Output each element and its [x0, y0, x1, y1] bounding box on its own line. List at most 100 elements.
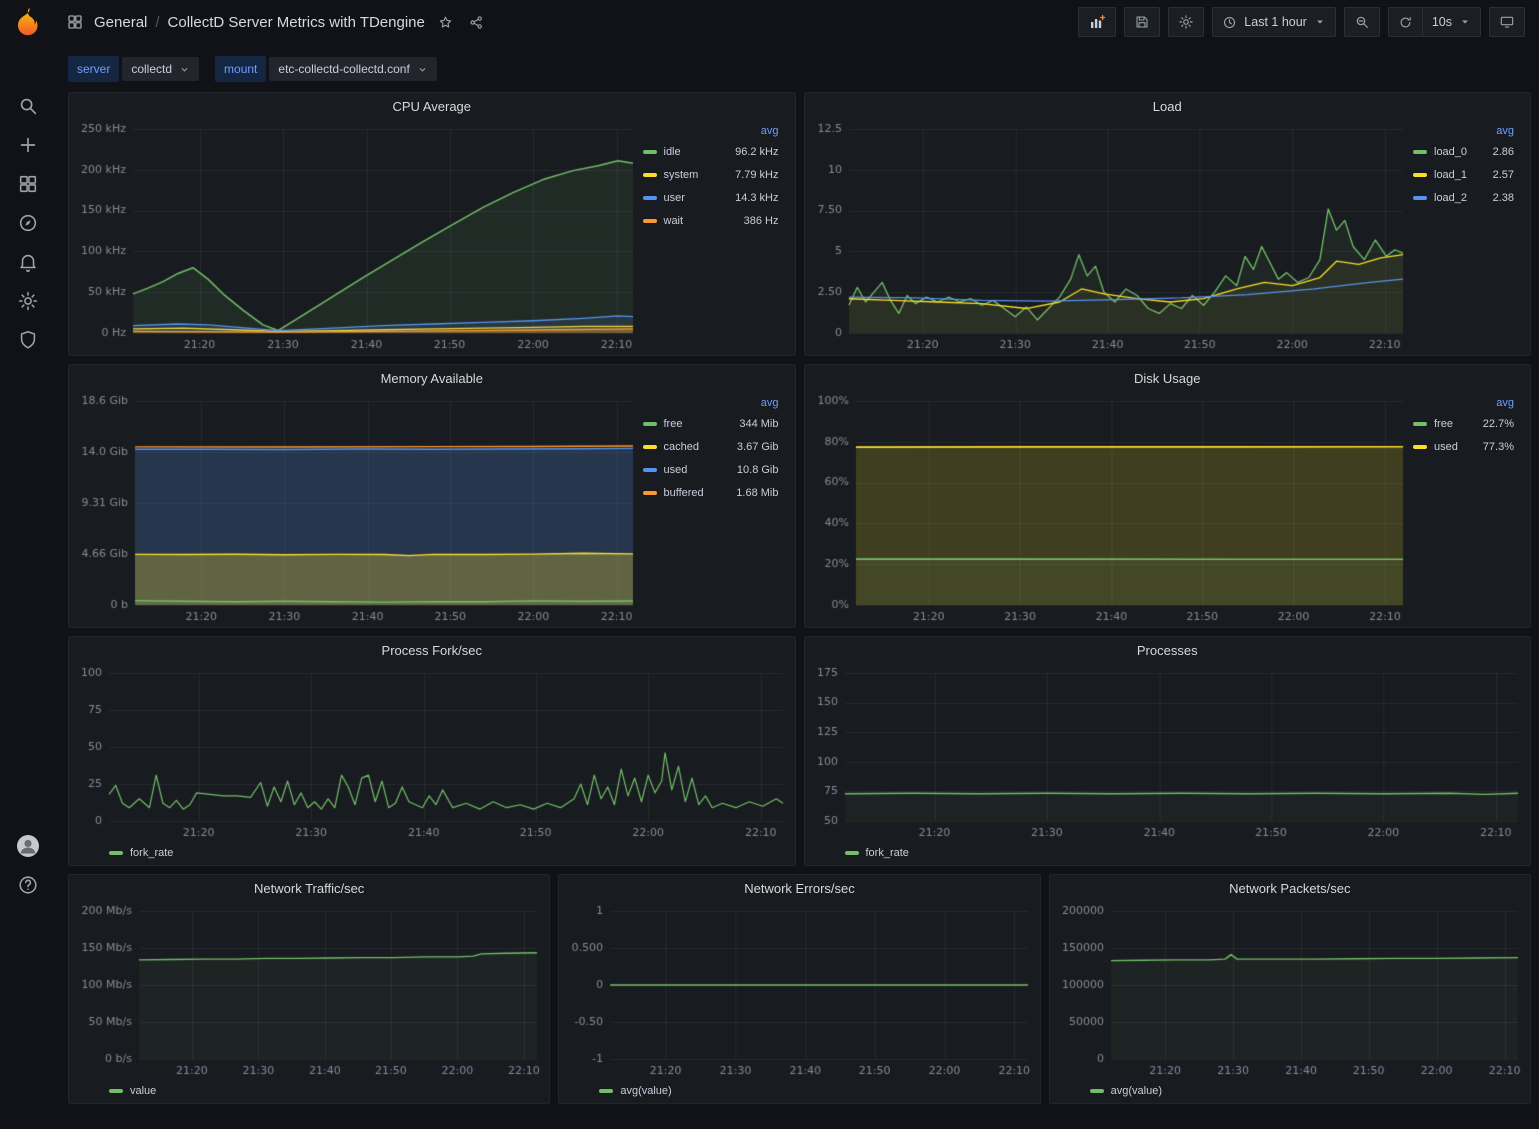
series-name[interactable]: free: [664, 418, 683, 430]
series-name[interactable]: buffered: [664, 487, 704, 499]
cpu-average-chart[interactable]: [75, 119, 639, 353]
panel-title[interactable]: Process Fork/sec: [69, 637, 795, 663]
dashboard-title[interactable]: CollectD Server Metrics with TDengine: [168, 14, 425, 31]
series-name[interactable]: load_2: [1434, 192, 1467, 204]
nav-right: Last 1 hour 10s: [1078, 7, 1525, 37]
sidebar-item-explore[interactable]: [0, 203, 56, 242]
panel-title[interactable]: Network Packets/sec: [1050, 875, 1530, 901]
chart-area: [811, 663, 1525, 841]
star-dashboard-button[interactable]: [435, 12, 456, 33]
legend-avg-header[interactable]: avg: [1413, 125, 1514, 137]
panel-title[interactable]: Load: [805, 93, 1531, 119]
process-fork-chart[interactable]: [75, 663, 789, 841]
network-packets-chart[interactable]: [1056, 901, 1524, 1079]
load-chart[interactable]: [811, 119, 1410, 353]
time-range-picker[interactable]: Last 1 hour: [1212, 7, 1336, 37]
series-name[interactable]: used: [664, 464, 688, 476]
series-swatch: [643, 468, 657, 472]
sidebar-item-create[interactable]: [0, 125, 56, 164]
variable-value: etc-collectd-collectd.conf: [278, 62, 409, 76]
series-avg-value: 1.68 Mib: [736, 487, 778, 499]
panel-title[interactable]: CPU Average: [69, 93, 795, 119]
chart-area: [75, 391, 639, 625]
series-name[interactable]: cached: [664, 441, 699, 453]
chart-area: [75, 901, 543, 1079]
series-name[interactable]: idle: [664, 146, 681, 158]
series-name[interactable]: load_1: [1434, 169, 1467, 181]
panel-title[interactable]: Network Traffic/sec: [69, 875, 549, 901]
dashboard-apps-icon: [66, 13, 84, 31]
legend-avg-header[interactable]: avg: [643, 397, 779, 409]
series-name[interactable]: value: [130, 1085, 156, 1097]
series-swatch: [1413, 173, 1427, 177]
network-errors-chart[interactable]: [565, 901, 1033, 1079]
sidebar-item-alerting[interactable]: [0, 242, 56, 281]
series-name[interactable]: avg(value): [1111, 1085, 1162, 1097]
refresh-interval-label: 10s: [1432, 15, 1452, 29]
series-swatch: [643, 491, 657, 495]
refresh-interval-dropdown[interactable]: 10s: [1423, 7, 1481, 37]
bell-icon: [17, 251, 39, 273]
clock-icon: [1222, 15, 1237, 30]
legend-row: load_2 2.38: [1413, 186, 1514, 209]
legend-avg-header[interactable]: avg: [643, 125, 779, 137]
memory-available-chart[interactable]: [75, 391, 639, 625]
zoom-out-button[interactable]: [1344, 7, 1380, 37]
series-name[interactable]: system: [664, 169, 699, 181]
variable-mount-dropdown[interactable]: etc-collectd-collectd.conf: [269, 57, 436, 81]
sidebar-item-configuration[interactable]: [0, 281, 56, 320]
series-name[interactable]: wait: [664, 215, 684, 227]
compass-icon: [17, 212, 39, 234]
network-traffic-chart[interactable]: [75, 901, 543, 1079]
processes-chart[interactable]: [811, 663, 1525, 841]
panel-row-3: Process Fork/sec fork_rate Processes: [68, 636, 1531, 866]
sidebar-menu: [0, 86, 56, 359]
cycle-view-mode-button[interactable]: [1489, 7, 1525, 37]
disk-usage-chart[interactable]: [811, 391, 1410, 625]
series-avg-value: 344 Mib: [739, 418, 778, 430]
sidebar-bottom: [0, 826, 56, 904]
series-name[interactable]: used: [1434, 441, 1458, 453]
dashboards-grid-icon: [17, 173, 39, 195]
legend-avg-header[interactable]: avg: [1413, 397, 1514, 409]
series-name[interactable]: load_0: [1434, 146, 1467, 158]
refresh-icon: [1398, 15, 1413, 30]
panel-title[interactable]: Network Errors/sec: [559, 875, 1039, 901]
legend-row: used 77.3%: [1413, 435, 1514, 458]
refresh-button[interactable]: [1388, 7, 1423, 37]
variable-mount: mount etc-collectd-collectd.conf: [215, 56, 437, 82]
series-name[interactable]: fork_rate: [130, 847, 173, 859]
panel-title[interactable]: Disk Usage: [805, 365, 1531, 391]
save-dashboard-button[interactable]: [1124, 7, 1160, 37]
panel-network-traffic: Network Traffic/sec value: [68, 874, 550, 1104]
legend-row: system 7.79 kHz: [643, 163, 779, 186]
user-profile-button[interactable]: [0, 826, 56, 865]
shield-icon: [17, 329, 39, 351]
dashboard-settings-button[interactable]: [1168, 7, 1204, 37]
add-panel-button[interactable]: [1078, 7, 1116, 37]
sidebar-item-search[interactable]: [0, 86, 56, 125]
series-name[interactable]: free: [1434, 418, 1453, 430]
panel-title[interactable]: Memory Available: [69, 365, 795, 391]
breadcrumb-folder[interactable]: General: [94, 14, 147, 31]
legend: avg(value): [565, 1079, 1033, 1101]
save-icon: [1134, 14, 1150, 30]
series-avg-value: 2.38: [1493, 192, 1514, 204]
chart-area: [75, 119, 639, 353]
panel-row-4: Network Traffic/sec value Network Errors…: [68, 874, 1531, 1104]
panel-title[interactable]: Processes: [805, 637, 1531, 663]
series-swatch: [1090, 1089, 1104, 1093]
share-dashboard-button[interactable]: [466, 12, 487, 33]
series-name[interactable]: avg(value): [620, 1085, 671, 1097]
variable-server-dropdown[interactable]: collectd: [122, 57, 199, 81]
panel-load: Load avg load_0 2.86 load_1 2.57: [804, 92, 1532, 356]
gear-icon: [1178, 14, 1194, 30]
series-name[interactable]: fork_rate: [866, 847, 909, 859]
grafana-logo[interactable]: [11, 6, 45, 40]
sidebar-item-dashboards[interactable]: [0, 164, 56, 203]
variable-value: collectd: [131, 62, 172, 76]
help-button[interactable]: [0, 865, 56, 904]
legend: avg free 22.7% used 77.3%: [1409, 391, 1524, 625]
sidebar-item-server-admin[interactable]: [0, 320, 56, 359]
series-name[interactable]: user: [664, 192, 685, 204]
